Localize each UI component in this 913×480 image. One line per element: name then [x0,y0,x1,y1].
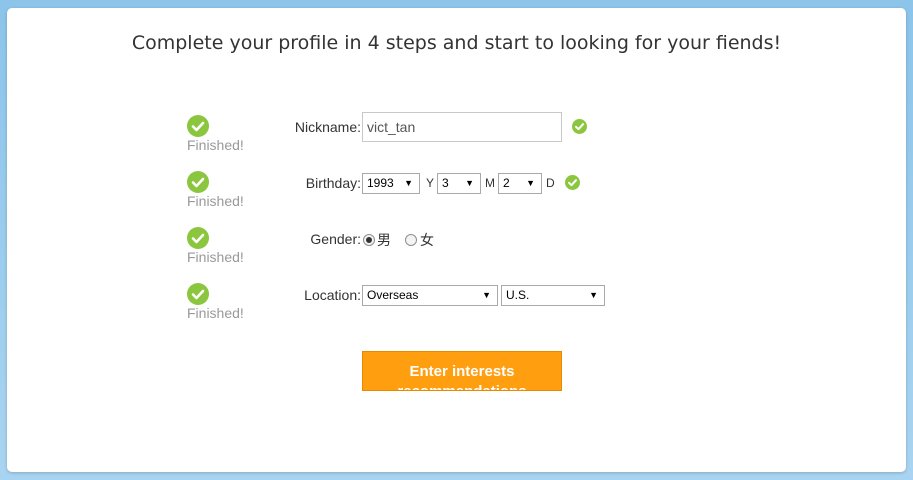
enter-interests-button[interactable]: Enter interests recommendations [362,351,562,391]
chevron-down-icon: ▼ [482,290,491,300]
birth-year-value: 1993 [367,176,394,190]
step-4-status: Finished! [187,305,244,321]
nickname-label: Nickname: [294,119,361,135]
step-1-status: Finished! [187,137,244,153]
nickname-valid-icon [572,119,587,134]
birthday-valid-icon [565,175,580,190]
step-1-check-icon [187,115,209,137]
chevron-down-icon: ▼ [465,178,474,188]
step-2-status: Finished! [187,193,244,209]
step-4-check-icon [187,283,209,305]
chevron-down-icon: ▼ [404,178,413,188]
step-3-status: Finished! [187,249,244,265]
birthday-label: Birthday: [305,175,361,191]
chevron-down-icon: ▼ [589,290,598,300]
location-label: Location: [304,287,361,303]
nickname-input[interactable]: vict_tan [362,112,562,142]
gender-male-radio[interactable] [363,234,375,246]
day-unit: D [546,176,555,190]
birth-year-select[interactable]: 1993 ▼ [362,173,420,194]
birth-month-select[interactable]: 3 ▼ [437,173,481,194]
year-unit: Y [426,176,435,190]
gender-male-label[interactable]: 男 [377,230,391,250]
birth-month-value: 3 [442,176,449,190]
step-3-check-icon [187,227,209,249]
month-unit: M [485,176,495,190]
gender-female-label[interactable]: 女 [420,230,434,250]
location-region-select[interactable]: U.S. ▼ [501,285,605,306]
location-country-select[interactable]: Overseas ▼ [362,285,498,306]
gender-label: Gender: [310,231,361,247]
step-2-check-icon [187,171,209,193]
birth-day-value: 2 [503,176,510,190]
birth-day-select[interactable]: 2 ▼ [498,173,542,194]
location-region-value: U.S. [506,288,530,302]
profile-panel: Complete your profile in 4 steps and sta… [7,8,906,472]
page-title: Complete your profile in 4 steps and sta… [131,32,782,54]
location-country-value: Overseas [367,288,419,302]
chevron-down-icon: ▼ [526,178,535,188]
gender-female-radio[interactable] [405,234,417,246]
